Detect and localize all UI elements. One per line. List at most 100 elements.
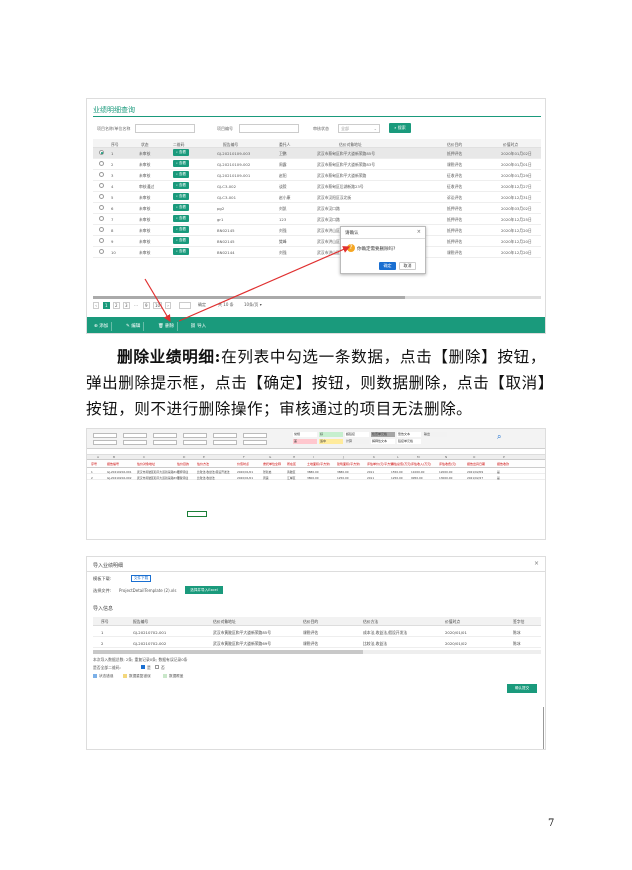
ribbon-style-1[interactable]: 差 <box>293 439 317 444</box>
sheet-cell: 课税评估 <box>177 476 189 480</box>
col-letter[interactable]: L <box>397 455 399 459</box>
ribbon-control[interactable] <box>93 440 117 445</box>
dialog-divider <box>87 571 545 572</box>
ribbon-control[interactable] <box>123 440 147 445</box>
ribbon-style-10[interactable]: 输出 <box>423 432 447 437</box>
ribbon-control[interactable] <box>183 433 207 438</box>
arrow-to-dialog <box>178 246 351 322</box>
import-table-header: 序号 报告编号 估价对象地址 估价目的 估价方法 价值时点 签字估 <box>93 617 541 626</box>
ribbon-style-6[interactable]: 检查单元格 <box>371 432 395 437</box>
page-number: 7 <box>548 818 555 829</box>
overwrite-label: 是否全部二维码: <box>93 665 121 670</box>
ribbon-control[interactable] <box>123 433 147 438</box>
sheet-cell: 比较法,收益法,假设开发法 <box>197 470 230 474</box>
col-letter[interactable]: P <box>503 455 505 459</box>
ribbon-style-7[interactable]: 解释性文本 <box>371 439 395 444</box>
sheet-row[interactable]: 1 GJ-20210202-001 武汉市黄陂区和平大道新荣路81号 抵押评估 比较法,… <box>87 469 545 474</box>
excel-ribbon: 常规差好适中 超链接计算 检查单元格解释性文本 警告文本链接单元格 输出 ⌕ <box>87 429 545 449</box>
instruction-paragraph: 删除业绩明细:在列表中勾选一条数据，点击【删除】按钮，弹出删除提示框，点击【确定… <box>86 344 546 422</box>
table-cell: 武汉市黄陂区和平大道新荣路69号 <box>213 641 271 646</box>
col-letter[interactable]: H <box>293 455 295 459</box>
legend-swatch-overwrite <box>163 674 167 678</box>
col-letter[interactable]: C <box>143 455 145 459</box>
table-cell: 陈冰 <box>513 641 521 646</box>
screenshot-excel-template: 常规差好适中 超链接计算 检查单元格解释性文本 警告文本链接单元格 输出 ⌕ A B C D E F… <box>86 428 546 540</box>
sheet-header-row: 序号 报告编号 估价对象地址 估价目的 估价方法 价值时点 委托单位全称 所在区 土地面积(平方… <box>87 460 545 468</box>
ribbon-control[interactable] <box>213 433 237 438</box>
legend-duplicate: 数据重复错误 <box>129 674 151 678</box>
table-cell: 课税评估 <box>303 641 319 646</box>
sheet-cell: 3880.00 <box>337 470 349 474</box>
ribbon-control[interactable] <box>93 433 117 438</box>
sheet-cell: 1250.00 <box>337 476 349 480</box>
col-letter[interactable]: D <box>183 455 185 459</box>
col-header: 价值时点 <box>445 619 461 624</box>
ribbon-style-3[interactable]: 适中 <box>319 439 343 444</box>
col-letter[interactable]: M <box>417 455 420 459</box>
ribbon-style-0[interactable]: 常规 <box>293 432 317 437</box>
table-cell: 2020/01/01 <box>445 630 467 635</box>
ribbon-control[interactable] <box>183 440 207 445</box>
col-header: 估价方法 <box>363 619 379 624</box>
confirm-submit-button[interactable]: 确认提交 <box>507 684 537 693</box>
col-letter[interactable]: E <box>203 455 205 459</box>
sheet-cell: 周露 <box>263 476 269 480</box>
col-letter[interactable]: I <box>313 455 314 459</box>
close-icon[interactable]: × <box>534 560 539 567</box>
ribbon-control[interactable] <box>213 440 237 445</box>
sheet-header-cell: 所在区 <box>287 462 297 466</box>
arrow-to-delete <box>144 278 171 323</box>
sheet-cell: GJ-20210202-001 <box>107 470 132 474</box>
sheet-header-cell: 估价目的 <box>177 462 190 466</box>
ribbon-control[interactable] <box>243 433 267 438</box>
sheet-header-cell: 报告收款 <box>497 462 510 466</box>
selected-cell[interactable] <box>187 511 207 517</box>
ribbon-style-4[interactable]: 超链接 <box>345 432 369 437</box>
option-no-radio[interactable] <box>155 665 159 669</box>
ribbon-control[interactable] <box>243 440 267 445</box>
section-title: 导入信息 <box>93 606 114 612</box>
ribbon-style-2[interactable]: 好 <box>319 432 343 437</box>
sheet-cell: 11000.00 <box>411 470 425 474</box>
col-letter[interactable]: B <box>113 455 115 459</box>
col-letter[interactable]: A <box>97 455 99 459</box>
ribbon-style-8[interactable]: 警告文本 <box>397 432 421 437</box>
col-letter[interactable]: K <box>373 455 375 459</box>
sheet-cell: 12000.00 <box>439 470 453 474</box>
sheet-cell: 2020/01/01 <box>237 476 254 480</box>
col-letter[interactable]: N <box>445 455 447 459</box>
table-cell: 比较法,收益法 <box>363 641 387 646</box>
sheet-cell: 2021/02/09 <box>467 470 484 474</box>
template-download-button[interactable]: 文件下载 <box>131 575 151 582</box>
choose-import-button[interactable]: 选择并导入Excel <box>185 586 223 594</box>
sheet-header-cell: 评估收费(元) <box>439 462 457 466</box>
col-header: 估价对象地址 <box>213 619 236 624</box>
screenshot-performance-query: 业绩明细查询 项目名称/单位名称 项目编号 审核状态 全部 ⌄ ⌕ 搜索 序号 状… <box>86 98 546 334</box>
col-letter[interactable]: O <box>473 455 475 459</box>
sheet-cell: 3880.00 <box>307 470 319 474</box>
h-scrollbar[interactable] <box>93 650 541 654</box>
sheet-cell: 武汉市黄陂区和平大道新荣路81号 <box>137 470 180 474</box>
sheet-cell: 2021/02/27 <box>467 476 484 480</box>
sheet-cell: 2 <box>91 476 93 480</box>
sheet-cell: 3800.00 <box>307 476 319 480</box>
sheet-cell: 黄陂区 <box>287 470 296 474</box>
search-icon[interactable]: ⌕ <box>497 432 501 442</box>
scrollbar-thumb[interactable] <box>93 650 363 654</box>
ribbon-control[interactable] <box>153 433 177 438</box>
table-row[interactable]: 2 GJ-20210702-002 武汉市黄陂区和平大道新荣路69号 课税评估 比较法,… <box>93 638 541 648</box>
col-letter[interactable]: G <box>269 455 271 459</box>
ribbon-style-9[interactable]: 链接单元格 <box>397 439 421 444</box>
sheet-header-cell: 评估总值(万元) <box>391 462 412 466</box>
sheet-cell: GJ-20210202-002 <box>107 476 132 480</box>
sheet-cell: 13000.00 <box>439 476 453 480</box>
col-letter[interactable]: F <box>243 455 245 459</box>
table-row[interactable]: 1 GJ-20210702-001 武汉市黄陂区和平大道新荣路85号 课税评估 成本法,… <box>93 627 541 637</box>
option-yes-radio[interactable] <box>141 665 145 669</box>
col-letter[interactable]: J <box>343 455 344 459</box>
sheet-header-cell: 报告编号 <box>107 462 120 466</box>
sheet-row[interactable]: 2 GJ-20210202-002 武汉市黄陂区和平大道新荣路83号 课税评估 比较法,… <box>87 475 545 480</box>
ribbon-control[interactable] <box>153 440 177 445</box>
legend-error: 状态错误 <box>99 674 114 678</box>
ribbon-style-5[interactable]: 计算 <box>345 439 369 444</box>
